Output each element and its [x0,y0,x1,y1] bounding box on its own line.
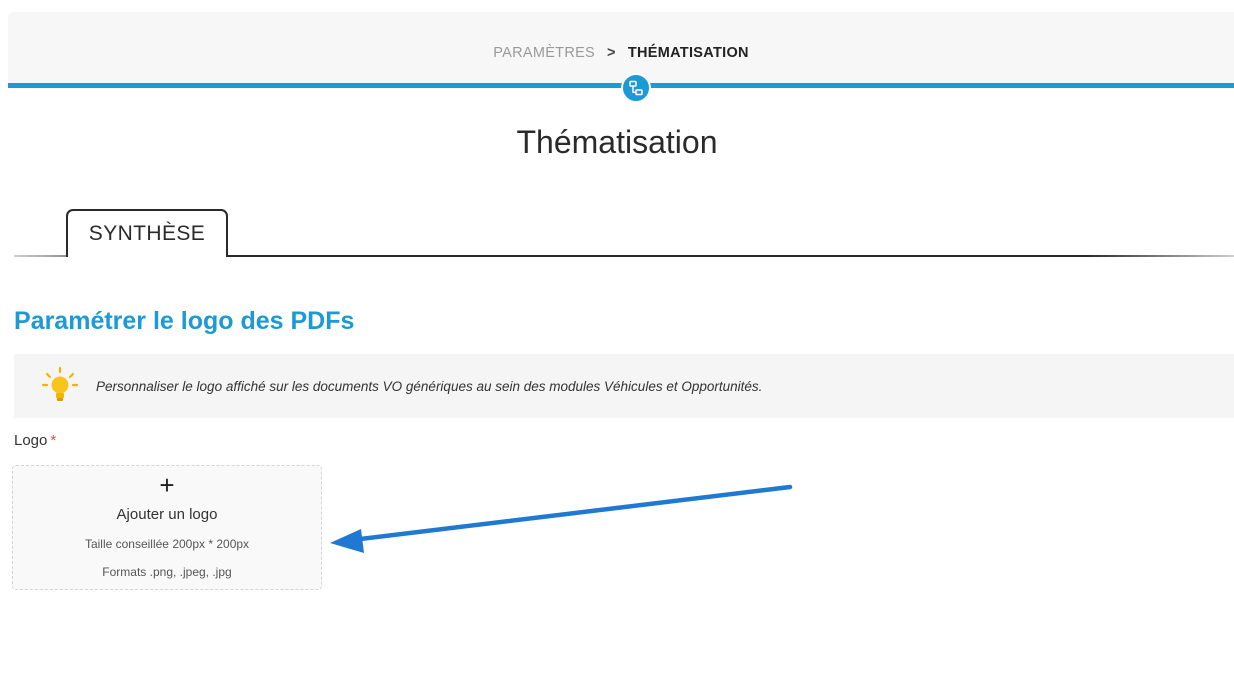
tab-synthese[interactable]: SYNTHÈSE [66,209,228,257]
breadcrumb-current: THÉMATISATION [627,45,749,61]
breadcrumb: PARAMÈTRES > THÉMATISATION [8,45,1234,61]
logo-label-text: Logo [14,432,48,449]
info-callout: Personnaliser le logo affiché sur les do… [14,354,1234,418]
network-icon [621,73,651,103]
top-header-bar: PARAMÈTRES > THÉMATISATION [8,12,1234,88]
breadcrumb-separator: > [607,45,616,61]
upload-formats-hint: Formats .png, .jpeg, .jpg [102,565,232,579]
info-text: Personnaliser le logo affiché sur les do… [96,378,763,394]
upload-size-hint: Taille conseillée 200px * 200px [84,537,250,551]
logo-field-label: Logo * [14,432,56,449]
lightbulb-icon [40,366,80,406]
section-title: Paramétrer le logo des PDFs [14,307,355,335]
breadcrumb-parametres[interactable]: PARAMÈTRES [493,45,595,61]
logo-upload-dropzone[interactable]: + Ajouter un logo Taille conseillée 200p… [12,465,322,590]
page-title: Thématisation [516,124,718,160]
required-marker: * [50,432,57,449]
plus-icon: + [159,470,175,500]
upload-label: Ajouter un logo [116,506,218,523]
